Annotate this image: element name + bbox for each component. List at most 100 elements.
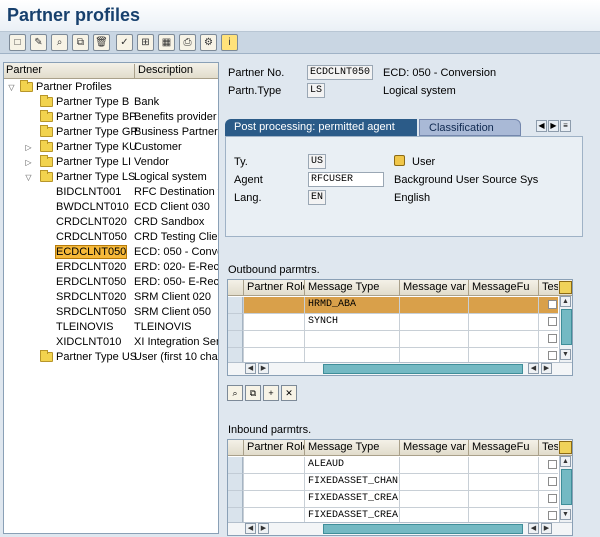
table-settings-icon[interactable] [559, 441, 572, 454]
tree-item[interactable]: ECDCLNT050 ECD: 050 - Conver [4, 245, 218, 260]
tab-post-processing[interactable]: Post processing: permitted agent [225, 119, 417, 136]
tree-item[interactable]: Partner Type USUser (first 10 chara [4, 350, 218, 365]
horizontal-scrollbar[interactable]: ◀ ▶ ◀ ▶ [228, 362, 572, 375]
tree-item-label: CRDCLNT020 [56, 216, 127, 228]
row-selector[interactable] [228, 457, 243, 474]
tab-list-icon[interactable]: ≡ [560, 120, 571, 132]
tree-col-description[interactable]: Description [134, 64, 218, 78]
scroll-right-icon[interactable]: ▶ [258, 523, 269, 534]
scroll-left-icon[interactable]: ◀ [245, 523, 256, 534]
scroll-left-icon[interactable]: ◀ [245, 363, 256, 374]
vertical-scrollbar[interactable]: ▲ ▼ [559, 456, 572, 522]
table-cell [243, 314, 304, 331]
tree-item[interactable]: CRDCLNT020 CRD Sandbox [4, 215, 218, 230]
tree-root[interactable]: ▽ Partner Profiles [4, 80, 218, 95]
row-selector[interactable] [228, 474, 243, 491]
scroll-thumb[interactable] [561, 309, 572, 345]
test-checkbox[interactable] [548, 351, 557, 360]
row-selector[interactable] [228, 491, 243, 508]
print-icon[interactable]: ⎙ [179, 34, 196, 51]
row-selector[interactable] [228, 331, 243, 348]
test-checkbox[interactable] [548, 317, 557, 326]
details-icon[interactable]: ▦ [158, 34, 175, 51]
tree-item[interactable]: ERDCLNT050 ERD: 050- E-Recru [4, 275, 218, 290]
collapse-icon[interactable]: ▽ [24, 173, 33, 182]
tree-item[interactable]: ▷ Partner Type LI Vendor [4, 155, 218, 170]
tree-item[interactable]: BWDCLNT010 ECD Client 030 [4, 200, 218, 215]
column-header[interactable]: Message Type [304, 440, 399, 456]
scroll-down-icon[interactable]: ▼ [560, 509, 571, 520]
row-selector[interactable] [228, 297, 243, 314]
scroll-thumb[interactable] [323, 524, 523, 534]
column-header[interactable]: MessageFu [468, 280, 538, 296]
tab-scroll-right-icon[interactable]: ▶ [548, 120, 559, 132]
column-header[interactable]: Message var [399, 440, 468, 456]
test-checkbox[interactable] [548, 460, 557, 469]
column-header[interactable]: MessageFu [468, 440, 538, 456]
scroll-right-icon[interactable]: ▶ [258, 363, 269, 374]
copy-icon[interactable]: ⧉ [72, 34, 89, 51]
tree-item[interactable]: ▷ Partner Type KU Customer [4, 140, 218, 155]
test-checkbox[interactable] [548, 494, 557, 503]
scroll-thumb[interactable] [323, 364, 523, 374]
expand-icon[interactable]: ▷ [24, 158, 33, 167]
agent-input[interactable]: RFCUSER [308, 172, 384, 187]
tab-classification[interactable]: Classification [419, 119, 521, 136]
scroll-left-icon[interactable]: ◀ [528, 523, 539, 534]
tree-item[interactable]: BIDCLNT001 RFC Destination fo [4, 185, 218, 200]
column-header[interactable]: Message Type [304, 280, 399, 296]
copy-icon[interactable]: ⧉ [245, 385, 261, 401]
table-settings-icon[interactable] [559, 281, 572, 294]
row-selector[interactable] [228, 314, 243, 331]
display-icon[interactable]: ⌕ [227, 385, 243, 401]
tree-item[interactable]: Partner Type B Bank [4, 95, 218, 110]
tree-item[interactable]: ▽ Partner Type LS Logical system [4, 170, 218, 185]
create-icon[interactable]: + [263, 385, 279, 401]
scroll-right-icon[interactable]: ▶ [541, 363, 552, 374]
display-icon[interactable]: ⌕ [51, 34, 68, 51]
change-icon[interactable]: ✎ [30, 34, 47, 51]
column-header[interactable]: Tes [538, 280, 558, 296]
tree-col-partner[interactable]: Partner [6, 64, 132, 78]
scroll-left-icon[interactable]: ◀ [528, 363, 539, 374]
tree-item-label: CRDCLNT050 [56, 231, 127, 243]
tree-item[interactable]: TLEINOVIS TLEINOVIS [4, 320, 218, 335]
tree-item[interactable]: CRDCLNT050 CRD Testing Clien [4, 230, 218, 245]
info-icon[interactable]: i [221, 34, 238, 51]
tree-item-label: ERDCLNT020 [56, 261, 127, 273]
tree-item[interactable]: Partner Type BP Benefits provider [4, 110, 218, 125]
column-header[interactable]: Partner Role [243, 280, 304, 296]
new-icon[interactable]: □ [9, 34, 26, 51]
table-cell [468, 331, 538, 348]
tree-item[interactable]: XIDCLNT010 XI Integration Serve [4, 335, 218, 350]
scroll-up-icon[interactable]: ▲ [560, 296, 571, 307]
scroll-up-icon[interactable]: ▲ [560, 456, 571, 467]
vertical-scrollbar[interactable]: ▲ ▼ [559, 296, 572, 362]
scroll-right-icon[interactable]: ▶ [541, 523, 552, 534]
expand-icon[interactable]: ▷ [24, 143, 33, 152]
tree-item[interactable]: SRDCLNT020 SRM Client 020 [4, 290, 218, 305]
tab-scroll-left-icon[interactable]: ◀ [536, 120, 547, 132]
test-checkbox[interactable] [548, 300, 557, 309]
delete-icon[interactable]: ✕ [281, 385, 297, 401]
horizontal-scrollbar[interactable]: ◀ ▶ ◀ ▶ [228, 522, 572, 535]
check-icon[interactable]: ✓ [116, 34, 133, 51]
test-checkbox[interactable] [548, 334, 557, 343]
tree-item[interactable]: SRDCLNT050 SRM Client 050 [4, 305, 218, 320]
tree-item[interactable]: Partner Type GP Business Partner [4, 125, 218, 140]
test-checkbox[interactable] [548, 511, 557, 520]
column-header[interactable]: Message var [399, 280, 468, 296]
tree-item-description: ERD: 020- E-Recru [134, 261, 218, 273]
column-header[interactable]: Partner Role [243, 440, 304, 456]
delete-icon[interactable]: 🗑 [93, 34, 110, 51]
settings-icon[interactable]: ⚙ [200, 34, 217, 51]
scroll-down-icon[interactable]: ▼ [560, 349, 571, 360]
where-used-icon[interactable]: ⊞ [137, 34, 154, 51]
scroll-thumb[interactable] [561, 469, 572, 505]
column-header[interactable]: Tes [538, 440, 558, 456]
collapse-icon[interactable]: ▽ [7, 83, 16, 92]
tree-item-description: CRD Sandbox [134, 216, 205, 228]
test-checkbox[interactable] [548, 477, 557, 486]
tree-item-label: XIDCLNT010 [56, 336, 122, 348]
tree-item[interactable]: ERDCLNT020 ERD: 020- E-Recru [4, 260, 218, 275]
